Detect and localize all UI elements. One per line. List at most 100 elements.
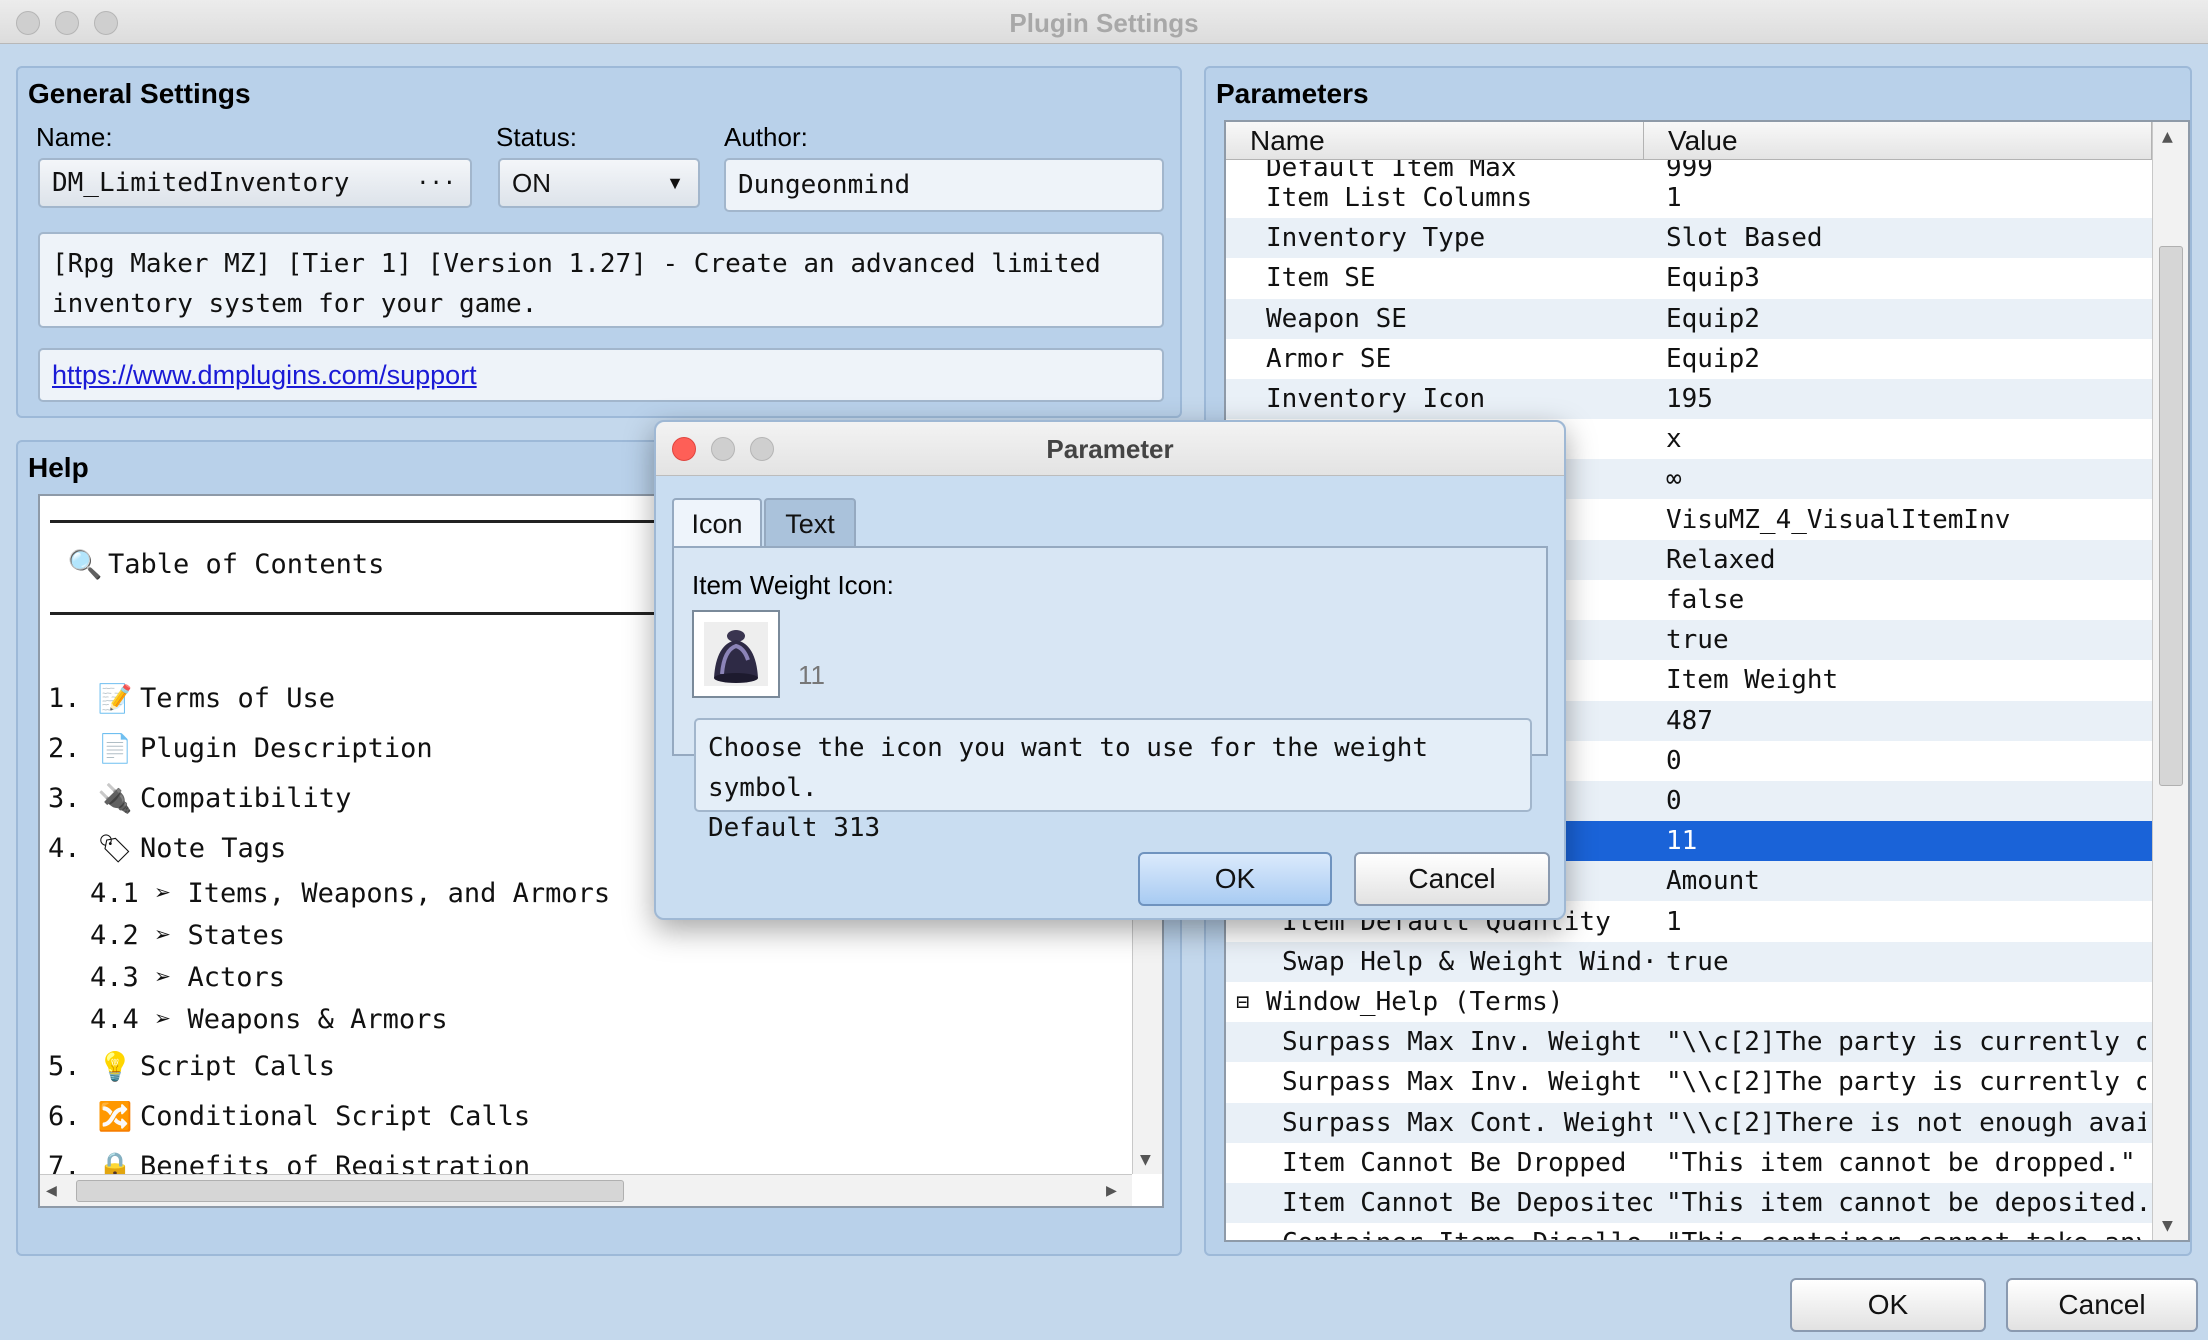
param-value: 0 (1666, 746, 1682, 776)
toc-label: Table of Contents (108, 549, 385, 580)
toc-item-description[interactable]: 2. 📄 Plugin Description (48, 732, 433, 765)
table-row[interactable]: Inventory Type Slot Based (1226, 218, 2152, 258)
icon-picker[interactable] (692, 610, 780, 698)
dialog-cancel-button[interactable]: Cancel (1354, 852, 1550, 906)
parameter-group-row[interactable]: ⊟ Window_Help (Terms) (1226, 982, 2152, 1022)
general-settings-title: General Settings (28, 78, 251, 109)
plugin-name-field[interactable]: DM_LimitedInventory ··· (38, 158, 472, 208)
param-name: Armor SE (1266, 344, 1392, 374)
toc-item-compatibility[interactable]: 3. 🔌 Compatibility (48, 782, 351, 815)
toc-item-label: Note Tags (140, 833, 287, 864)
toc-subitem-label: 4.4 ➢ Weapons & Armors (90, 1004, 448, 1035)
parameters-title: Parameters (1216, 78, 1369, 109)
table-row[interactable]: Armor SE Equip2 (1226, 339, 2152, 379)
chevron-down-icon: ▼ (666, 172, 684, 193)
param-value: Item Weight (1666, 665, 1839, 695)
plugin-description-text: [Rpg Maker MZ] [Tier 1] [Version 1.27] -… (52, 249, 1101, 319)
table-row[interactable]: Item List Columns 1 (1226, 178, 2152, 218)
toc-subitem-label: 4.1 ➢ Items, Weapons, and Armors (90, 878, 611, 909)
tab-icon[interactable]: Icon (672, 498, 762, 548)
param-value: "\\c[2]The party is currently ov··· (1666, 1067, 2146, 1097)
window-title: Plugin Settings (1009, 8, 1199, 38)
param-value: Equip3 (1666, 263, 1760, 293)
param-value: 11 (1666, 826, 1698, 856)
scroll-right-arrow-icon[interactable]: ▶ (1106, 1180, 1117, 1201)
table-row[interactable]: Weapon SE Equip2 (1226, 299, 2152, 339)
param-value: "This item cannot be deposited." (1666, 1188, 2146, 1218)
toc-item-terms[interactable]: 1. 📝 Terms of Use (48, 682, 335, 715)
toc-item-number: 6. (48, 1101, 81, 1132)
toc-item-number: 4. (48, 833, 81, 864)
param-value: "This container cannot take any··· (1666, 1228, 2146, 1240)
param-value: true (1666, 625, 1729, 655)
status-select[interactable]: ON ▼ (498, 158, 700, 208)
param-value: VisuMZ_4_VisualItemInv (1666, 505, 2011, 535)
scroll-down-arrow-icon[interactable]: ▼ (2162, 1215, 2173, 1236)
status-label: Status: (496, 122, 577, 152)
window-titlebar: Plugin Settings (0, 0, 2208, 44)
table-row[interactable]: Container Items Disallo··· "This containe… (1226, 1223, 2152, 1240)
plugin-name-value: DM_LimitedInventory (52, 168, 350, 198)
toc-item-label: Terms of Use (140, 683, 336, 714)
param-name: Item SE (1266, 263, 1376, 293)
toc-subitem[interactable]: 4.1 ➢ Items, Weapons, and Armors (90, 878, 610, 909)
collapse-icon[interactable]: ⊟ (1236, 990, 1249, 1015)
table-row[interactable]: Item SE Equip3 (1226, 258, 2152, 298)
toc-item-note-tags[interactable]: 4. 🏷 Note Tags (48, 832, 286, 865)
toc-subitem-label: 4.2 ➢ States (90, 920, 286, 951)
table-row[interactable]: Item Cannot Be Deposited "This item canno… (1226, 1183, 2152, 1223)
scroll-left-arrow-icon[interactable]: ◀ (46, 1180, 57, 1201)
shuffle-icon: 🔀 (97, 1100, 133, 1133)
param-name: Container Items Disallo··· (1282, 1228, 1652, 1240)
tab-text[interactable]: Text (764, 498, 856, 548)
param-value: "\\c[2]The party is currently ov··· (1666, 1027, 2146, 1057)
param-value: Relaxed (1666, 545, 1776, 575)
param-name: Swap Help & Weight Wind··· (1282, 947, 1652, 977)
dialog-title: Parameter (1046, 434, 1174, 464)
table-row[interactable]: Swap Help & Weight Wind··· true (1226, 942, 2152, 982)
toc-item-number: 3. (48, 783, 81, 814)
author-field[interactable]: Dungeonmind (724, 158, 1164, 212)
toc-subitem[interactable]: 4.2 ➢ States (90, 920, 285, 951)
help-horizontal-scrollbar[interactable]: ◀ ▶ (40, 1174, 1132, 1206)
cancel-button[interactable]: Cancel (2006, 1278, 2198, 1332)
table-row[interactable]: Item Cannot Be Dropped "This item cannot … (1226, 1143, 2152, 1183)
browse-plugin-button[interactable]: ··· (416, 171, 456, 196)
toc-item-conditional[interactable]: 6. 🔀 Conditional Script Calls (48, 1100, 530, 1133)
table-row[interactable]: Inventory Icon 195 (1226, 379, 2152, 419)
toc-item-label: Conditional Script Calls (140, 1101, 531, 1132)
scroll-down-arrow-icon[interactable]: ▼ (1140, 1149, 1151, 1170)
table-row[interactable]: Surpass Max Cont. Weight "\\c[2]There is … (1226, 1103, 2152, 1143)
toc-item-script-calls[interactable]: 5. 💡 Script Calls (48, 1050, 335, 1083)
param-value: 487 (1666, 706, 1713, 736)
parameter-description: Choose the icon you want to use for the … (694, 718, 1532, 843)
param-value: Amount (1666, 866, 1760, 896)
lightbulb-icon: 💡 (97, 1050, 133, 1083)
icon-index: 11 (798, 660, 825, 690)
author-value: Dungeonmind (738, 170, 911, 200)
column-header-value[interactable]: Value (1644, 122, 2152, 160)
parameter-dialog: Parameter Icon Text Item Weight Icon: 11… (654, 420, 1566, 920)
toc-item-label: Script Calls (140, 1051, 336, 1082)
param-value: true (1666, 947, 1729, 977)
ok-button[interactable]: OK (1790, 1278, 1986, 1332)
param-value: "This item cannot be dropped." (1666, 1148, 2136, 1178)
parameters-vertical-scrollbar[interactable]: ▲ ▼ (2152, 122, 2188, 1240)
param-value: Equip2 (1666, 344, 1760, 374)
column-header-name[interactable]: Name (1226, 122, 1644, 160)
toc-heading: 🔍 Table of Contents (62, 548, 385, 581)
table-row[interactable]: Surpass Max Inv. Weight 2 "\\c[2]The part… (1226, 1062, 2152, 1102)
vertical-scroll-thumb[interactable] (2159, 246, 2183, 786)
table-row[interactable]: Surpass Max Inv. Weight "\\c[2]The party … (1226, 1022, 2152, 1062)
toc-subitem[interactable]: 4.3 ➢ Actors (90, 962, 285, 993)
horizontal-scroll-thumb[interactable] (76, 1180, 624, 1202)
tag-icon: 🏷 (97, 832, 133, 865)
toc-subitem[interactable]: 4.4 ➢ Weapons & Armors (90, 1004, 448, 1035)
dialog-ok-button[interactable]: OK (1138, 852, 1332, 906)
scroll-up-arrow-icon[interactable]: ▲ (2162, 126, 2173, 147)
plugin-url-link[interactable]: https://www.dmplugins.com/support (52, 360, 477, 391)
param-name: Item Cannot Be Dropped (1282, 1148, 1627, 1178)
plug-icon: 🔌 (97, 782, 133, 815)
toc-item-number: 1. (48, 683, 81, 714)
toc-item-label: Plugin Description (140, 733, 433, 764)
